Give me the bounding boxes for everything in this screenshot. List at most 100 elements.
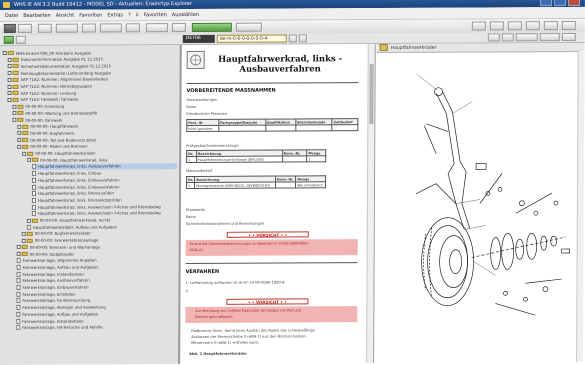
tree-item[interactable]: Hauptfahrwerksrad, links, Auswechseln Y-…: [31, 203, 177, 210]
figure-pane: Hauptfahrwerkräder: [375, 42, 585, 364]
print-icon[interactable]: [81, 23, 96, 33]
expand-toggle-icon[interactable]: [12, 111, 17, 116]
document-scrollbar[interactable]: [366, 44, 375, 364]
tree-item[interactable]: 00-00-00: Bremsen- und Warnanlage: [16, 243, 177, 250]
info-icon[interactable]: [525, 21, 540, 31]
menu-favoriten-quick[interactable]: Favoriten: [144, 12, 167, 18]
tree-item[interactable]: 00-00-00: Tail and Bodenschutzteil: [17, 136, 177, 143]
menu-ansicht[interactable]: Ansicht: [56, 12, 74, 18]
expand-toggle-icon[interactable]: [17, 137, 22, 143]
menu-extras[interactable]: Extras: [107, 12, 123, 18]
tree-item[interactable]: Fahrwerksanlage, Allgemeine Angaben: [16, 257, 177, 264]
tree-item[interactable]: Fahrwerksanlage, Aufbau und Aufgaben: [16, 310, 176, 317]
tree-item[interactable]: Fahrwerksanlage, Aufbau und Aufgaben: [16, 263, 177, 270]
refresh-icon[interactable]: [171, 23, 186, 33]
collapse-icon[interactable]: [15, 35, 26, 44]
close-button[interactable]: [567, 0, 580, 7]
scrollbar-thumb[interactable]: [369, 64, 374, 125]
zoom-in-icon[interactable]: [501, 33, 514, 42]
tree-item[interactable]: 00-00-00: Räder und Bremsen: [17, 143, 177, 150]
tree-item[interactable]: 00-00-00: Fahrwerksbremsanlage: [21, 237, 177, 244]
back-icon[interactable]: [3, 23, 16, 33]
layout-icon[interactable]: [471, 21, 486, 31]
figure-reference[interactable]: Abb. 1 Hauptfahrwerksräder: [189, 352, 247, 356]
expand-toggle-icon[interactable]: [21, 231, 26, 236]
forward-icon[interactable]: [17, 23, 32, 33]
folder-icon: [12, 77, 19, 82]
go-icon[interactable]: [288, 34, 297, 43]
tree-item[interactable]: Hauptfahrwerksrad, links, Einbau: [32, 170, 177, 177]
menu-datei[interactable]: Datei: [5, 12, 18, 18]
expand-toggle-icon[interactable]: [7, 71, 12, 76]
tree-item[interactable]: 00-00-00: Hauptfahrwerksrad, links: [27, 156, 177, 163]
expand-toggle-icon[interactable]: [7, 77, 12, 82]
expand-toggle-icon[interactable]: [26, 218, 31, 223]
home-icon[interactable]: [37, 23, 52, 33]
bookmark-icon[interactable]: [99, 23, 122, 33]
tree-item[interactable]: Fahrwerksanlage, Instandsetzen: [16, 270, 177, 277]
tree-item[interactable]: Hauptfahrwerksrad, links, Brems prüfen: [31, 190, 177, 197]
expand-toggle-icon[interactable]: [17, 131, 22, 136]
menu-help[interactable]: ?: [128, 12, 131, 18]
tree-item[interactable]: Hauptfahrwerksrad, links, Einbauverfahre…: [32, 176, 177, 183]
expand-toggle-icon[interactable]: [21, 238, 26, 243]
menu-auswaehlen[interactable]: Auswählen: [172, 11, 199, 17]
maximize-button[interactable]: [553, 0, 566, 7]
zoom-out-icon[interactable]: [515, 33, 538, 42]
folder-icon: [12, 57, 19, 62]
tree-item[interactable]: Hauptfahrwerksräder: Aufbau und Aufgaben: [26, 223, 177, 230]
tree-item[interactable]: Hauptfahrwerksrad, links, Auswechseln Y-…: [31, 210, 177, 217]
warning-box: Es sind die Sicherheitsbestimmungen zu b…: [185, 239, 358, 257]
expand-toggle-icon[interactable]: [7, 91, 12, 96]
expand-toggle-icon[interactable]: [16, 251, 21, 256]
tree-item[interactable]: Fahrwerksanlage, Ausbauverfahren: [16, 277, 177, 284]
tree-item[interactable]: Fahrwerksanlage, Reinigen und Auswertung: [16, 304, 176, 311]
tree-item[interactable]: 00-00-00: Bugfahrwerksräder: [21, 230, 177, 237]
expand-toggle-icon[interactable]: [12, 117, 17, 122]
expand-toggle-icon[interactable]: [7, 64, 12, 69]
rotate-icon[interactable]: [539, 33, 560, 42]
expand-toggle-icon[interactable]: [22, 151, 27, 156]
figure-print-icon[interactable]: [561, 32, 576, 42]
menu-misc[interactable]: ii: [136, 12, 139, 18]
history-icon[interactable]: [125, 23, 140, 33]
expand-toggle-icon[interactable]: [17, 124, 22, 129]
divider: [186, 82, 359, 85]
expand-toggle-icon[interactable]: [12, 104, 17, 109]
tree-item[interactable]: 00-00-00: Hauptfahrwerksrad, rechts: [26, 217, 177, 224]
search-icon[interactable]: [55, 23, 78, 33]
exit-icon[interactable]: [561, 20, 576, 31]
table-cell: [282, 155, 307, 163]
tree-item[interactable]: 00-00-00: Hauptfahrwerksräder: [22, 150, 177, 157]
expand-toggle-icon[interactable]: [7, 57, 12, 62]
tree-item[interactable]: 00-00-00: Hauptfahrwerk: [17, 123, 177, 130]
sync-icon[interactable]: [3, 35, 14, 44]
tree-item[interactable]: 00-00-00: Stoßdämpfer: [16, 250, 177, 257]
expand-toggle-icon[interactable]: [7, 97, 12, 102]
tree-item[interactable]: Fahrwerksanlage, Einstellen: [16, 290, 176, 297]
tree-item[interactable]: Hauptfahrwerksrad, links, Einbauverfahre…: [32, 183, 177, 190]
figure-scrollbar[interactable]: [576, 50, 585, 362]
navigation-group[interactable]: [191, 22, 232, 32]
expand-toggle-icon[interactable]: [2, 50, 7, 55]
expand-toggle-icon[interactable]: [16, 245, 21, 250]
menu-bearbeiten[interactable]: Bearbeiten: [23, 12, 51, 18]
settings-icon[interactable]: [489, 21, 504, 31]
expand-toggle-icon[interactable]: [7, 84, 12, 89]
help-icon[interactable]: [543, 21, 558, 31]
zoom-icon[interactable]: [235, 22, 262, 32]
export-icon[interactable]: [145, 23, 168, 33]
prev-icon[interactable]: [298, 34, 307, 43]
expand-toggle-icon[interactable]: [17, 144, 22, 149]
document-id-field[interactable]: de-m-0-0-0-0-0-0-0-4: [216, 34, 287, 43]
menu-favoriten[interactable]: Favoriten: [79, 12, 102, 18]
window-icon[interactable]: [507, 21, 522, 31]
tree-item[interactable]: Hauptfahrwerksrad, links, Bremsklotzprüf…: [31, 196, 177, 203]
tree-item[interactable]: Fahrwerksanlage, Funktionsprüfung: [16, 297, 176, 304]
tree-item[interactable]: 00-00-00: Bugfahrwerk: [17, 129, 177, 136]
fit-icon[interactable]: [487, 33, 500, 42]
minimize-button[interactable]: [539, 0, 552, 7]
tree-item[interactable]: Hauptfahrwerksrad, links, Ausbauverfahre…: [32, 162, 178, 170]
tree-item[interactable]: Fahrwerksanlage, Fehlersuche und Abhilfe: [16, 324, 176, 331]
expand-toggle-icon[interactable]: [27, 158, 32, 163]
